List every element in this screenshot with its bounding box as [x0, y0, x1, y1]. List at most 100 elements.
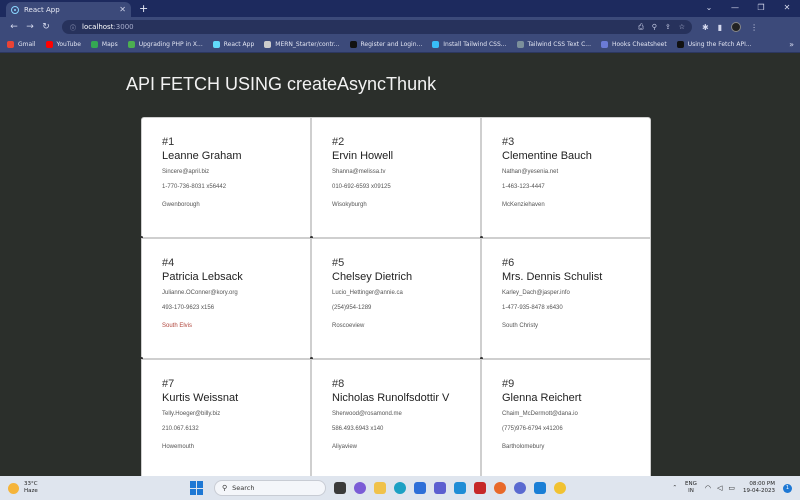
- weather-temp: 33°C: [24, 481, 38, 487]
- firefox-icon[interactable]: [494, 482, 506, 494]
- bookmark-favicon-icon: [432, 41, 440, 48]
- side-panel-icon[interactable]: ▮: [718, 23, 722, 32]
- editor-app-icon[interactable]: [434, 482, 446, 494]
- user-phone: 210.067.6132: [162, 426, 199, 432]
- bookmark-favicon-icon: [7, 41, 14, 48]
- user-card: #4 Patricia Lebsack Julianne.OConner@kory.…: [140, 238, 311, 360]
- app-icon[interactable]: [514, 482, 526, 494]
- user-number: #9: [502, 378, 515, 390]
- user-city: Wisokyburgh: [332, 202, 367, 208]
- bookmark-label: Using the Fetch API...: [687, 41, 752, 48]
- window-controls: ⌄ — ❐ ✕: [696, 0, 800, 17]
- new-tab-button[interactable]: +: [139, 2, 148, 17]
- bookmark-item[interactable]: React App: [212, 41, 254, 48]
- weather-widget[interactable]: 33°C Haze: [0, 481, 190, 495]
- url-port: :3000: [113, 23, 134, 31]
- bookmark-item[interactable]: MERN_Starter/contr...: [264, 41, 340, 48]
- file-explorer-icon[interactable]: [374, 482, 386, 494]
- browser-tab[interactable]: React App ✕: [6, 2, 131, 17]
- wifi-icon[interactable]: ◠: [705, 484, 711, 492]
- tab-search-chevron-icon[interactable]: ⌄: [696, 0, 722, 17]
- react-favicon-icon: [11, 5, 19, 14]
- user-name: Chelsey Dietrich: [332, 271, 413, 283]
- bookmark-item[interactable]: Gmail: [7, 41, 36, 48]
- user-name: Clementine Bauch: [502, 150, 592, 162]
- clock-time: 08:00 PM: [749, 481, 775, 487]
- notification-badge[interactable]: 1: [783, 483, 792, 493]
- volume-icon[interactable]: ◁: [717, 484, 722, 492]
- user-city: Aliyaview: [332, 444, 358, 450]
- user-name: Glenna Reichert: [502, 392, 582, 404]
- minimize-button[interactable]: —: [722, 0, 748, 17]
- share-icon[interactable]: ⇪: [665, 23, 671, 32]
- user-card: #7 Kurtis Weissnat Telly.Hoeger@billy.biz 2…: [141, 359, 311, 476]
- bookmark-label: Gmail: [18, 41, 36, 48]
- bookmark-item[interactable]: Using the Fetch API...: [676, 41, 752, 48]
- close-window-button[interactable]: ✕: [774, 0, 800, 17]
- user-email: Sincere@april.biz: [162, 169, 210, 175]
- url-host: localhost: [82, 23, 114, 31]
- bookmark-item[interactable]: Install Tailwind CSS...: [432, 41, 507, 48]
- bookmark-star-icon[interactable]: ☆: [679, 23, 685, 32]
- user-card: #5 Chelsey Dietrich Lucio_Hettinger@annie.…: [310, 238, 481, 360]
- user-phone: (254)954-1289: [332, 305, 372, 311]
- user-name: Mrs. Dennis Schulist: [502, 271, 603, 283]
- bookmark-item[interactable]: Hooks Cheatsheet: [600, 41, 667, 48]
- site-info-icon[interactable]: ⓘ: [70, 23, 76, 32]
- vscode-icon[interactable]: [534, 482, 546, 494]
- back-button[interactable]: ←: [6, 22, 22, 32]
- address-bar[interactable]: ⓘ localhost :3000 ⎙ ⚲ ⇪ ☆: [62, 20, 692, 34]
- page-title: API FETCH USING createAsyncThunk: [126, 74, 437, 94]
- edge-icon[interactable]: [394, 482, 406, 494]
- menu-icon[interactable]: ⋮: [750, 23, 758, 32]
- user-email: Shanna@melissa.tv: [332, 169, 386, 175]
- bookmarks-more-icon[interactable]: »: [789, 40, 800, 49]
- bookmark-item[interactable]: Tailwind CSS Text C...: [516, 41, 591, 48]
- tab-close-icon[interactable]: ✕: [119, 5, 126, 14]
- taskbar-search[interactable]: ⚲ Search: [214, 480, 326, 496]
- chrome-icon[interactable]: [554, 482, 566, 494]
- zoom-icon[interactable]: ⚲: [652, 23, 657, 32]
- photos-icon[interactable]: [454, 482, 466, 494]
- user-number: #5: [332, 257, 345, 269]
- forward-button[interactable]: →: [22, 22, 38, 32]
- user-number: #4: [162, 257, 175, 269]
- task-view-icon[interactable]: [334, 482, 346, 494]
- tray-overflow-icon[interactable]: ⌃: [672, 485, 677, 491]
- user-name: Ervin Howell: [332, 150, 394, 162]
- battery-icon[interactable]: ▭: [728, 484, 735, 492]
- user-card: #2 Ervin Howell Shanna@melissa.tv 010-692-6…: [310, 117, 481, 239]
- user-phone: 586.493.6943 x140: [332, 426, 384, 432]
- bookmark-item[interactable]: Maps: [90, 41, 118, 48]
- user-email: Lucio_Hettinger@annie.ca: [332, 290, 403, 296]
- bookmark-item[interactable]: Upgrading PHP in X...: [127, 41, 203, 48]
- user-city: Gwenborough: [162, 202, 200, 208]
- bookmark-label: Upgrading PHP in X...: [138, 41, 203, 48]
- sun-icon: [8, 482, 19, 494]
- bookmark-item[interactable]: YouTube: [45, 41, 81, 48]
- profile-avatar[interactable]: [731, 22, 742, 32]
- store-icon[interactable]: [414, 482, 426, 494]
- user-name: Leanne Graham: [162, 150, 242, 162]
- user-city: South Elvis: [162, 323, 193, 329]
- bookmark-favicon-icon: [676, 41, 684, 48]
- tab-strip: React App ✕ + ⌄ — ❐ ✕: [0, 0, 800, 17]
- extensions-icon[interactable]: ✱: [702, 23, 709, 32]
- user-phone: 1-770-736-8031 x56442: [162, 184, 227, 190]
- install-app-icon[interactable]: ⎙: [638, 23, 644, 32]
- chat-icon[interactable]: [354, 482, 366, 494]
- mcafee-icon[interactable]: [474, 482, 486, 494]
- user-phone: 1-463-123-4447: [502, 184, 545, 190]
- maximize-button[interactable]: ❐: [748, 0, 774, 17]
- start-button[interactable]: [190, 481, 204, 495]
- user-city: South Christy: [502, 323, 539, 329]
- user-phone: 010-692-6593 x09125: [332, 184, 391, 190]
- language-indicator[interactable]: ENG IN: [685, 481, 697, 495]
- user-city: McKenziehaven: [502, 202, 545, 208]
- user-email: Telly.Hoeger@billy.biz: [162, 411, 221, 417]
- reload-button[interactable]: ↻: [38, 22, 54, 32]
- clock[interactable]: 08:00 PM 19-04-2023: [743, 481, 775, 495]
- omnibox-actions: ⎙ ⚲ ⇪ ☆: [638, 23, 692, 32]
- bookmark-item[interactable]: Register and Login...: [349, 41, 422, 48]
- bookmark-label: Hooks Cheatsheet: [611, 41, 667, 48]
